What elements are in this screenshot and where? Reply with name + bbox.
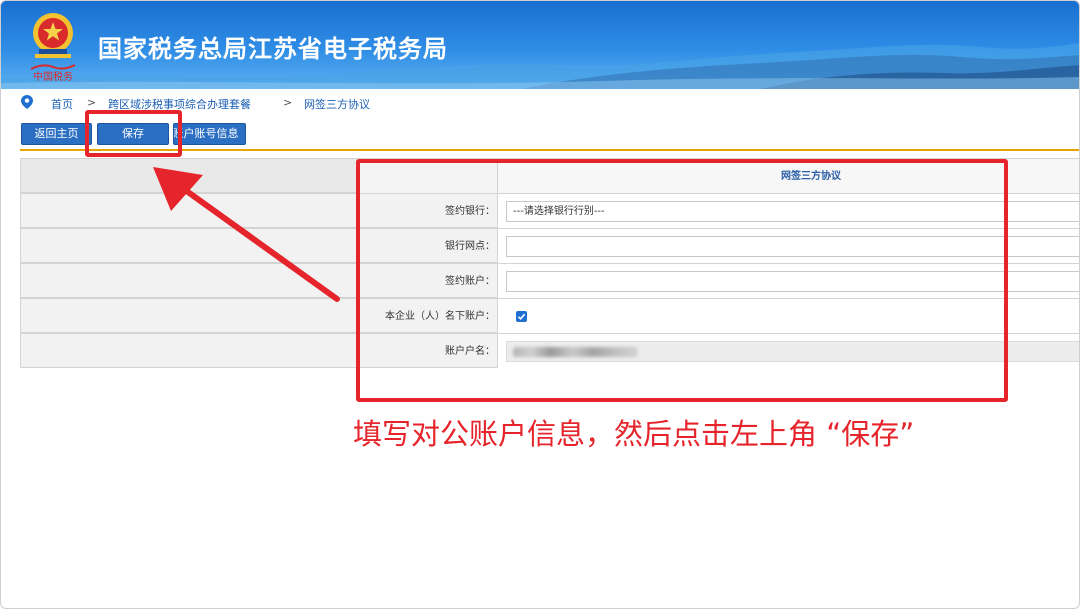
highlight-save-button <box>85 110 182 157</box>
highlight-form-area <box>356 159 1008 402</box>
breadcrumb-separator: > <box>87 96 97 109</box>
tax-emblem-icon: 中国税务 <box>30 13 76 83</box>
breadcrumb-home[interactable]: 首页 <box>51 96 73 112</box>
breadcrumb-separator: > <box>283 96 293 109</box>
red-arrow <box>153 167 340 302</box>
instruction-annotation: 填写对公账户信息，然后点击左上角 “保存” <box>353 417 915 451</box>
emblem-caption: 中国税务 <box>33 70 73 83</box>
account-info-button[interactable]: 账户账号信息 <box>173 123 246 145</box>
back-home-button[interactable]: 返回主页 <box>21 123 92 145</box>
site-header: 中国税务 国家税务总局江苏省电子税务局 <box>1 1 1079 89</box>
site-title: 国家税务总局江苏省电子税务局 <box>98 35 448 63</box>
breadcrumb-current: 网签三方协议 <box>304 98 370 111</box>
screenshot-frame: 中国税务 国家税务总局江苏省电子税务局 首页 > 跨区域涉税事项综合办理套餐 >… <box>0 0 1080 609</box>
location-pin-icon <box>21 95 33 109</box>
